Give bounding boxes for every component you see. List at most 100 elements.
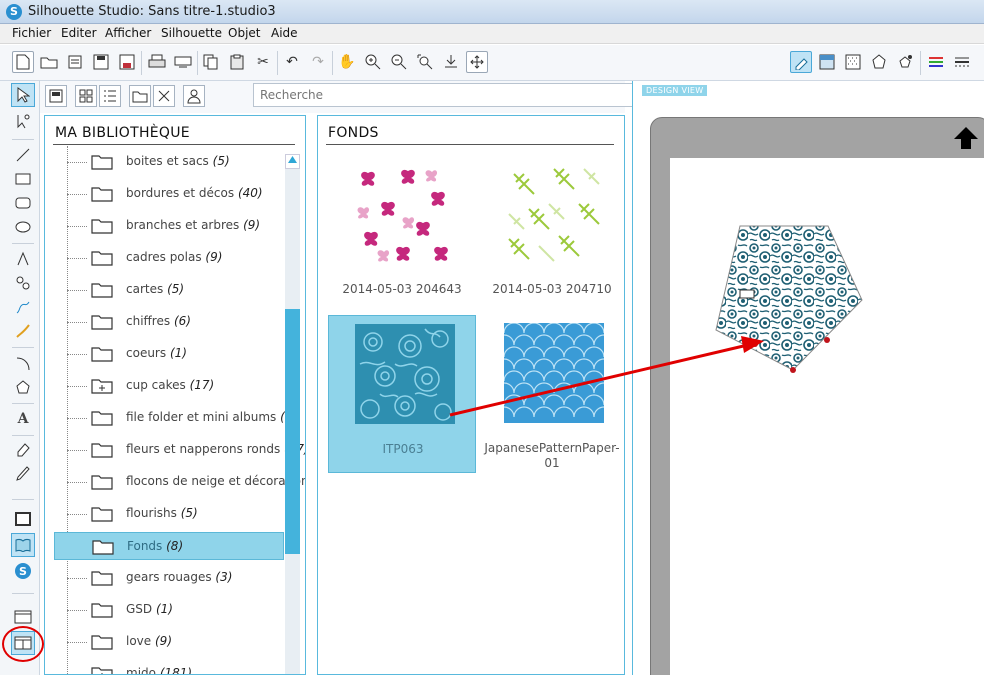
fonds-panel: FONDS 2014-05-03 204643 2014-05-03 20471… (317, 115, 625, 675)
page-setup-icon[interactable] (11, 507, 35, 531)
fill-color-icon[interactable] (790, 51, 812, 73)
design-thumbnail[interactable]: 2014-05-03 204710 (478, 156, 624, 314)
user-account-icon[interactable] (183, 85, 205, 107)
print-icon[interactable] (146, 51, 168, 73)
undo-icon[interactable]: ↶ (281, 51, 303, 73)
new-folder-icon[interactable] (129, 85, 151, 107)
library-icon[interactable] (11, 533, 35, 557)
folder-item[interactable]: coeurs (1) (45, 340, 285, 368)
folder-item[interactable]: boites et sacs (5) (45, 148, 285, 176)
copy-icon[interactable] (200, 51, 222, 73)
folder-item[interactable]: file folder et mini albums (4) (45, 404, 297, 432)
folder-icon (91, 505, 113, 522)
folder-item[interactable]: branches et arbres (9) (45, 212, 285, 240)
menu-objet[interactable]: Objet (228, 26, 260, 40)
fill-gradient-icon[interactable] (816, 51, 838, 73)
menu-afficher[interactable]: Afficher (105, 26, 151, 40)
new-document-icon[interactable] (12, 51, 34, 73)
library-home-icon[interactable] (45, 85, 67, 107)
fit-to-page-icon[interactable] (466, 51, 488, 73)
design-view-area[interactable]: DESIGN VIEW (632, 81, 984, 675)
silhouette-store-icon[interactable]: S (11, 559, 35, 583)
zoom-in-icon[interactable] (362, 51, 384, 73)
heading-divider (53, 144, 295, 145)
folder-item[interactable]: gears rouages (3) (45, 564, 285, 592)
folder-icon (91, 569, 113, 586)
design-thumbnail[interactable]: 2014-05-03 204643 (328, 156, 476, 314)
folder-item[interactable]: cup cakes (17) (45, 372, 285, 400)
menu-silhouette[interactable]: Silhouette (161, 26, 222, 40)
save-icon[interactable] (90, 51, 112, 73)
open-recent-icon[interactable] (64, 51, 86, 73)
curve-tool-icon[interactable] (11, 271, 35, 295)
folder-item[interactable]: cadres polas (9) (45, 244, 285, 272)
folder-item[interactable]: fleurs et napperons ronds (37) (45, 436, 305, 464)
svg-text:S: S (19, 565, 27, 578)
regular-polygon-tool-icon[interactable] (11, 375, 35, 399)
folder-icon (91, 633, 113, 650)
knife-tool-icon[interactable] (11, 461, 35, 485)
text-tool-icon[interactable]: A (11, 407, 35, 431)
folder-item[interactable]: flocons de neige et décoration (45, 468, 305, 496)
folder-item[interactable]: flourishs (5) (45, 500, 285, 528)
folder-item[interactable]: GSD (1) (45, 596, 285, 624)
folder-label: flocons de neige et décoration (126, 474, 306, 488)
polygon-tool-icon[interactable] (11, 247, 35, 271)
zoom-fit-icon[interactable] (440, 51, 462, 73)
line-tool-icon[interactable] (11, 143, 35, 167)
scroll-up-icon[interactable] (285, 154, 300, 169)
folder-item[interactable]: love (9) (45, 628, 285, 656)
list-view-icon[interactable] (99, 85, 121, 107)
library-scrollbar[interactable] (285, 154, 300, 674)
menu-editer[interactable]: Editer (61, 26, 97, 40)
redo-icon[interactable]: ↷ (307, 51, 329, 73)
folder-label: gears rouages (3) (126, 570, 233, 584)
ellipse-tool-icon[interactable] (11, 215, 35, 239)
library-heading: MA BIBLIOTHÈQUE (55, 125, 190, 141)
smooth-freehand-tool-icon[interactable] (11, 319, 35, 343)
eraser-icon[interactable] (11, 437, 35, 461)
zoom-selection-icon[interactable] (414, 51, 436, 73)
grid-view-icon[interactable] (75, 85, 97, 107)
folder-icon (91, 313, 113, 330)
scissors-icon[interactable]: ✂ (252, 51, 274, 73)
zoom-out-icon[interactable] (388, 51, 410, 73)
send-to-silhouette-icon[interactable] (172, 51, 194, 73)
rectangle-tool-icon[interactable] (11, 167, 35, 191)
folder-item-selected[interactable]: Fonds (8) (54, 532, 284, 560)
folder-item[interactable]: chiffres (6) (45, 308, 285, 336)
folder-label: chiffres (6) (126, 314, 191, 328)
arc-tool-icon[interactable] (11, 351, 35, 375)
fill-pattern-icon[interactable] (842, 51, 864, 73)
rounded-rectangle-tool-icon[interactable] (11, 191, 35, 215)
scroll-thumb[interactable] (285, 309, 300, 554)
menu-bar: Fichier Editer Afficher Silhouette Objet… (0, 24, 984, 44)
save-to-library-icon[interactable] (116, 51, 138, 73)
search-input[interactable] (253, 83, 639, 107)
folder-item[interactable]: mido (181) (45, 660, 285, 674)
pan-hand-icon[interactable]: ✋ (336, 51, 358, 73)
paste-icon[interactable] (226, 51, 248, 73)
design-thumbnail[interactable]: JapanesePatternPaper-01 (478, 315, 624, 473)
menu-aide[interactable]: Aide (271, 26, 298, 40)
tree-branch (67, 322, 87, 323)
edit-points-icon[interactable] (11, 109, 35, 133)
mat-paper (670, 158, 984, 675)
folder-label: branches et arbres (9) (126, 218, 261, 232)
folder-item[interactable]: cartes (5) (45, 276, 285, 304)
folder-icon (91, 281, 113, 298)
butterfly-pattern-image (354, 164, 454, 264)
open-folder-icon[interactable] (38, 51, 60, 73)
freehand-tool-icon[interactable] (11, 295, 35, 319)
offset-icon[interactable] (894, 51, 916, 73)
menu-fichier[interactable]: Fichier (12, 26, 51, 40)
delete-x-icon[interactable] (153, 85, 175, 107)
toolbar-divider (197, 51, 198, 75)
design-thumbnail-selected[interactable]: ITP063 (328, 315, 476, 473)
shadow-icon[interactable] (868, 51, 890, 73)
select-arrow-icon[interactable] (11, 83, 35, 107)
folder-item[interactable]: bordures et décos (40) (45, 180, 285, 208)
line-color-icon[interactable] (925, 51, 947, 73)
folder-icon (91, 665, 113, 674)
line-style-icon[interactable] (951, 51, 973, 73)
